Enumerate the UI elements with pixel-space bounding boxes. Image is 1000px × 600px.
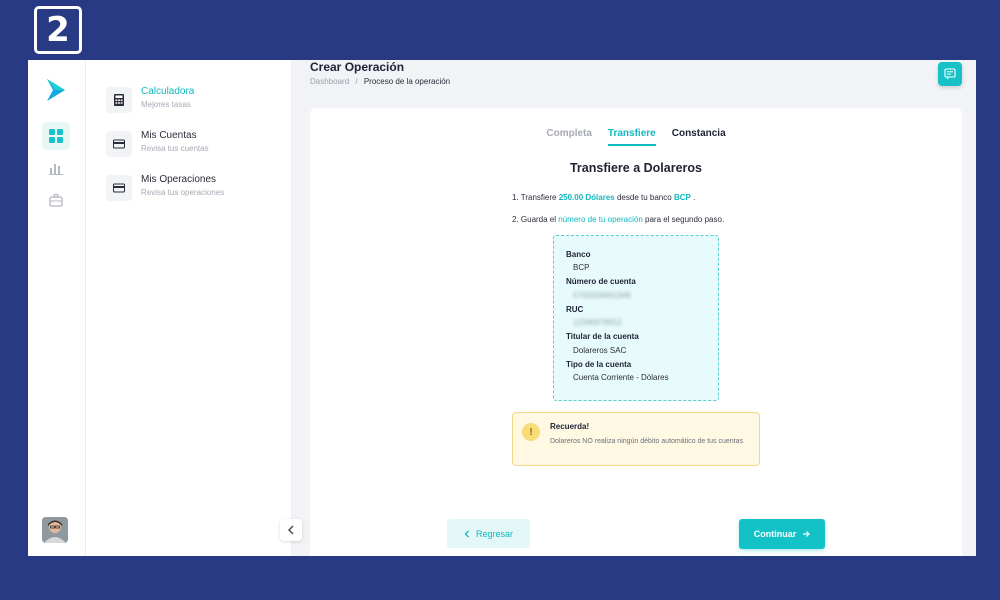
step1-suffix: . [693,193,696,202]
chart-icon [49,164,63,175]
rail-chart-button[interactable] [42,154,70,182]
tab-constancia[interactable]: Constancia [672,128,726,146]
card-icon [106,131,132,157]
nav-item-mis-operaciones[interactable]: Mis Operaciones Revisa tus operaciones [106,173,224,201]
instruction-step-2: 2. Guarda el número de tu operación para… [512,215,724,224]
chevron-left-icon [464,530,469,537]
collapse-sidebar-button[interactable] [280,519,302,541]
step2-suffix: para el segundo paso. [645,215,725,224]
chat-icon [944,68,956,80]
logo-icon[interactable] [44,78,68,102]
reminder-alert: ! Recuerda! Dolareros NO realiza ningún … [512,412,760,466]
step1-amount: 250.00 Dólares [558,193,615,202]
app-window: Calculadora Mejores tasas Mis Cuentas Re… [28,60,976,556]
account-number-label: Número de cuenta [566,277,636,286]
section-heading: Transfiere a Dolareros [569,161,702,175]
step-number-badge: 2 [34,6,82,54]
warning-icon: ! [522,423,540,441]
nav-item-title: Mis Operaciones [141,174,217,185]
step1-mid: desde tu banco [616,193,672,202]
page-title: Crear Operación [310,60,405,74]
step1-prefix: 1. Transfiere [512,193,557,202]
icon-rail [28,60,86,556]
nav-item-subtitle: Mejores tasas [141,100,191,109]
rail-dashboard-button[interactable] [42,122,70,150]
user-avatar[interactable] [42,517,68,543]
breadcrumb-separator: / [355,77,358,86]
arrow-right-icon [803,531,811,537]
nav-panel: Calculadora Mejores tasas Mis Cuentas Re… [86,60,291,556]
dashboard-icon [49,129,63,143]
step2-prefix: 2. Guarda el [512,215,557,224]
nav-item-subtitle: Revisa tus cuentas [141,144,209,153]
operation-card: Completa Transfiere Constancia Transfier… [310,108,962,556]
chevron-left-icon [288,525,294,535]
continue-button-label: Continuar [753,529,797,539]
breadcrumb-current: Proceso de la operación [363,77,451,86]
bank-value: BCP [573,263,590,272]
back-button[interactable]: Regresar [447,519,530,548]
step-tabs: Completa Transfiere Constancia [310,128,962,146]
nav-item-calculadora[interactable]: Calculadora Mejores tasas [106,85,194,113]
account-type-label: Tipo de la cuenta [566,360,632,369]
breadcrumb-dashboard-link[interactable]: Dashboard [310,77,349,86]
avatar-image [42,517,68,543]
holder-label: Titular de la cuenta [566,332,639,341]
calculator-icon [106,87,132,113]
tab-transfiere[interactable]: Transfiere [607,128,656,146]
card-icon [106,175,132,201]
account-info-box: Banco BCP Número de cuenta 5700329401948… [553,235,719,401]
continue-button[interactable]: Continuar [739,519,825,549]
breadcrumb: Dashboard / Proceso de la operación [310,77,450,86]
account-number-value[interactable]: 5700329401948 [573,291,631,300]
nav-item-subtitle: Revisa tus operaciones [141,188,225,197]
nav-item-title: Mis Cuentas [141,130,197,141]
reminder-title: Recuerda! [550,422,590,431]
rail-briefcase-button[interactable] [42,186,70,214]
nav-item-mis-cuentas[interactable]: Mis Cuentas Revisa tus cuentas [106,129,209,157]
tab-completa[interactable]: Completa [546,128,592,146]
reminder-text: Dolareros NO realiza ningún débito autom… [550,438,743,445]
back-button-label: Regresar [475,528,513,539]
ruc-value[interactable]: 12345678912 [573,318,622,327]
holder-value: Dolareros SAC [573,346,627,355]
instruction-step-1: 1. Transfiere 250.00 Dólares desde tu ba… [512,193,695,202]
nav-item-title: Calculadora [141,86,195,97]
account-type-value: Cuenta Corriente - Dólares [573,373,669,382]
step1-bank: BCP [673,193,691,202]
step2-highlight: número de tu operación [558,215,643,224]
bank-label: Banco [566,250,591,259]
ruc-label: RUC [566,305,584,314]
briefcase-icon [49,193,63,207]
chat-button[interactable] [938,62,962,86]
